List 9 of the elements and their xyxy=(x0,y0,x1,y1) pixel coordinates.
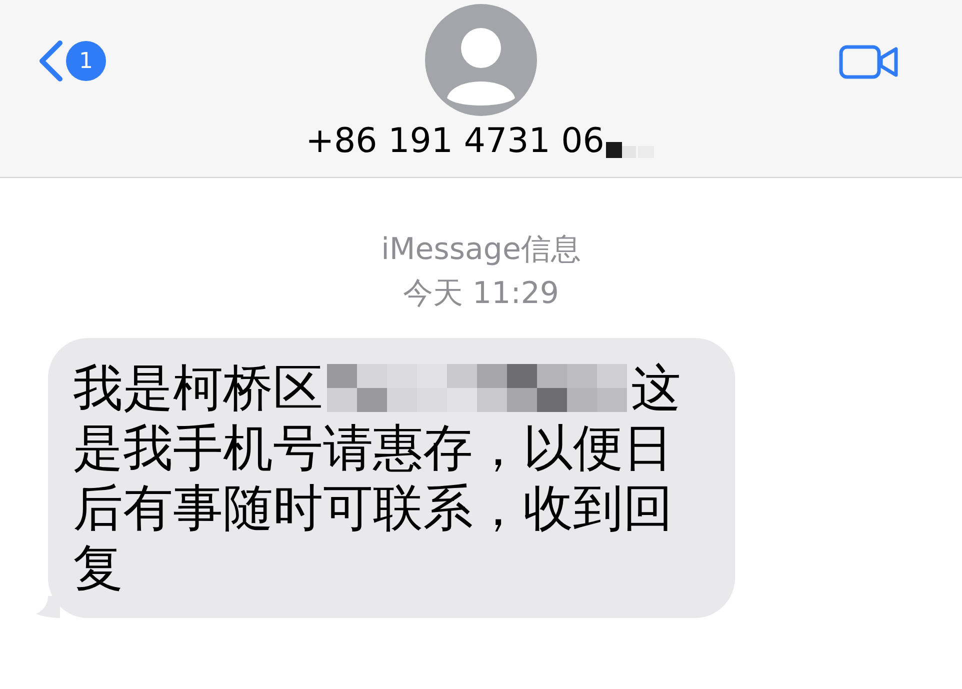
contact-number[interactable]: +86 191 4731 06 xyxy=(306,124,604,158)
avatar-icon[interactable] xyxy=(425,4,537,116)
unread-badge: 1 xyxy=(66,41,106,81)
message-text: 是我手机号请惠存，以便日后有事随时可联系，收到回复 xyxy=(73,418,674,598)
timestamp: 今天 11:29 xyxy=(403,275,559,313)
message-text: 我是柯桥区 xyxy=(73,358,323,418)
message-text: 这 xyxy=(631,358,681,418)
video-camera-icon[interactable] xyxy=(839,44,899,80)
service-label: iMessage信息 xyxy=(381,231,581,269)
